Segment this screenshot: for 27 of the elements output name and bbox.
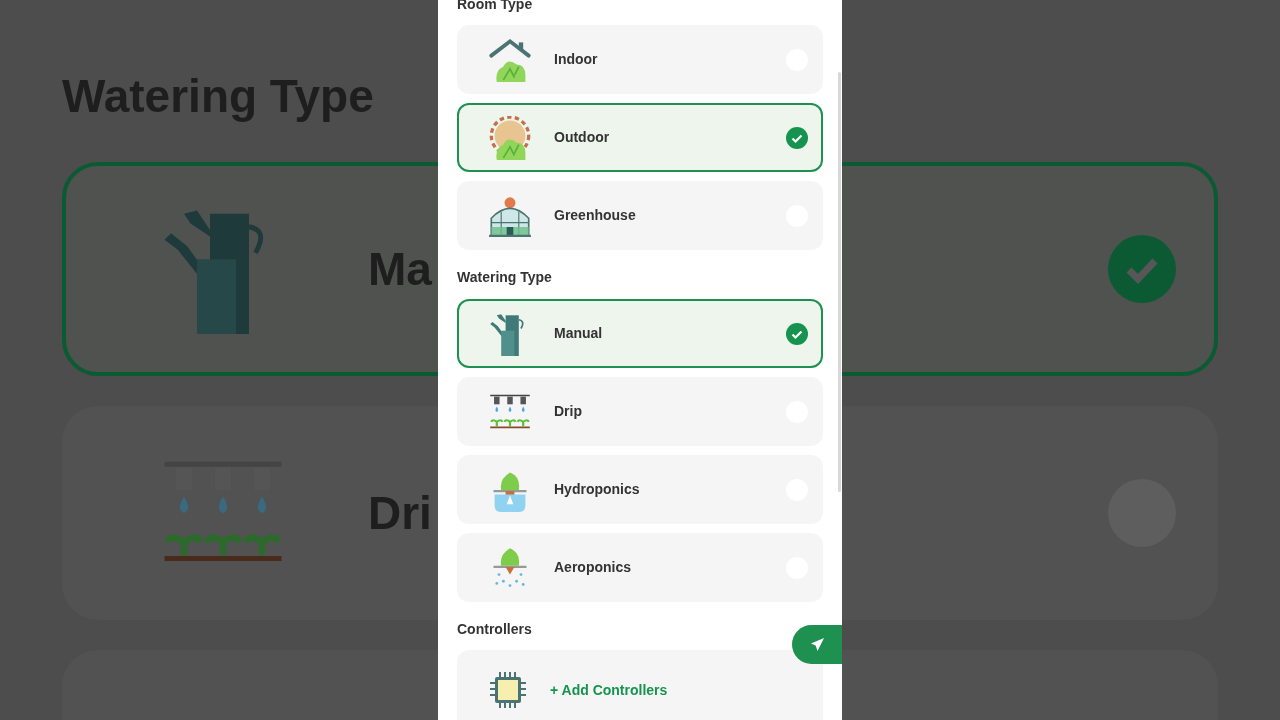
option-card[interactable]: Greenhouse	[457, 181, 823, 250]
option-card[interactable]: Manual	[457, 299, 823, 368]
option-label: Indoor	[554, 50, 599, 69]
send-icon	[809, 637, 825, 652]
section-title: Watering Type	[457, 269, 552, 285]
check-circle-icon	[786, 322, 808, 345]
section-title: Room Type	[457, 0, 533, 12]
check-circle-icon	[786, 126, 808, 149]
option-label: Aeroponics	[554, 558, 632, 577]
add-controllers-label: + Add Controllers	[550, 681, 668, 700]
check-circle-icon	[1108, 235, 1176, 303]
option-card[interactable]: Hydroponics	[457, 455, 823, 524]
option-card[interactable]: Aeroponics	[457, 533, 823, 602]
send-button[interactable]	[792, 625, 842, 664]
house-plant-icon	[488, 37, 532, 82]
option-label: Drip	[554, 402, 583, 421]
sun-plant-icon	[488, 115, 532, 160]
option-label: Manual	[554, 324, 604, 343]
section-title: Controllers	[457, 621, 532, 637]
cpu-chip-icon	[488, 670, 528, 710]
option-card[interactable]: Outdoor	[457, 103, 823, 172]
option-card[interactable]: Drip	[457, 377, 823, 446]
option-card[interactable]: Indoor	[457, 25, 823, 94]
option-label: Outdoor	[554, 128, 611, 147]
option-label: Hydroponics	[554, 480, 641, 499]
add-controllers-card[interactable]: + Add Controllers	[457, 650, 823, 720]
option-label: Greenhouse	[554, 206, 637, 225]
